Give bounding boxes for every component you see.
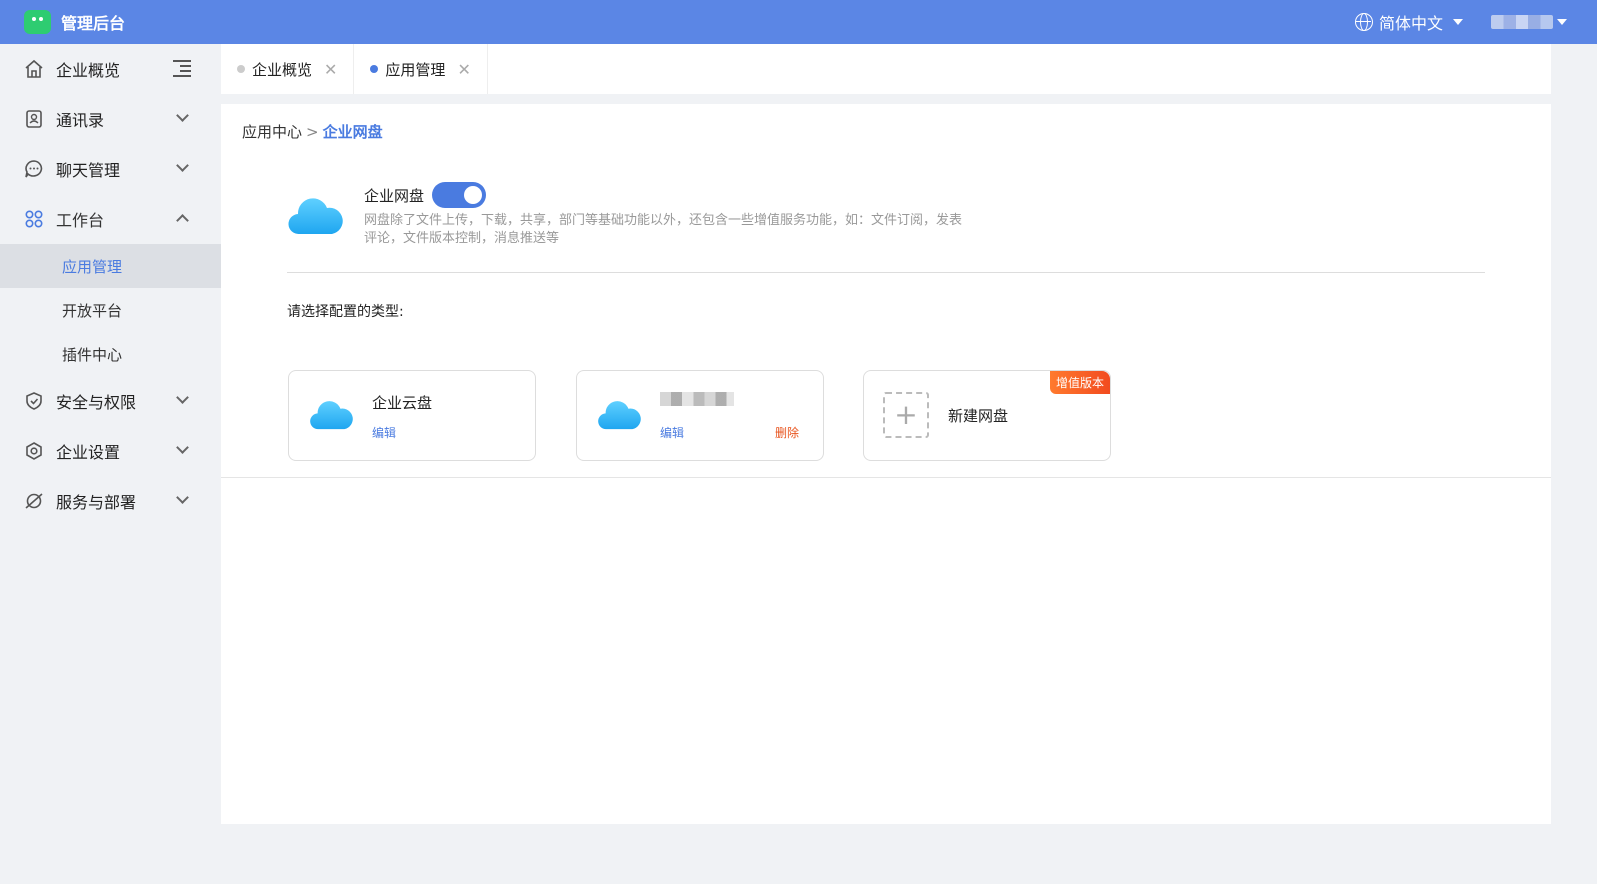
sidebar-item-chat[interactable]: 聊天管理 [0, 144, 221, 194]
cloud-icon [598, 401, 641, 430]
planet-icon [24, 491, 44, 511]
disk-card-custom[interactable]: 编辑 删除 [576, 370, 824, 461]
shield-icon [24, 391, 44, 411]
contacts-icon [24, 109, 44, 129]
top-header: 管理后台 简体中文 [0, 0, 1597, 44]
chevron-down-icon [176, 391, 189, 404]
chevron-down-icon [176, 109, 189, 122]
close-icon[interactable]: ✕ [324, 60, 337, 79]
settings-hexagon-icon [24, 441, 44, 461]
collapse-menu-icon[interactable] [173, 60, 191, 77]
chat-logo-icon [24, 10, 51, 34]
app-title: 企业网盘 [364, 186, 425, 205]
tab-label: 应用管理 [385, 60, 446, 79]
caret-down-icon [1453, 19, 1463, 25]
sidebar-item-enterprise-settings[interactable]: 企业设置 [0, 426, 221, 476]
sidebar-item-contacts[interactable]: 通讯录 [0, 94, 221, 144]
tab-label: 企业概览 [252, 60, 313, 79]
edit-link[interactable]: 编辑 [660, 424, 684, 441]
sidebar-item-label: 服务与部署 [56, 493, 137, 512]
card-title: 新建网盘 [948, 407, 1009, 425]
caret-down-icon [1557, 19, 1567, 25]
enable-toggle[interactable] [432, 182, 487, 208]
new-disk-card[interactable]: + 新建网盘 增值版本 [863, 370, 1111, 461]
breadcrumb-separator: > [306, 122, 319, 141]
logo[interactable]: 管理后台 [24, 10, 125, 34]
tab-app-management[interactable]: 应用管理 ✕ [354, 44, 488, 94]
breadcrumb: 应用中心 > 企业网盘 [242, 121, 383, 142]
sidebar-item-overview[interactable]: 企业概览 [0, 44, 221, 94]
cloud-icon [288, 198, 343, 235]
sidebar-item-label: 安全与权限 [56, 393, 137, 412]
main-content: 应用中心 > 企业网盘 企业网盘 网盘除了文件上传，下载，共享，部门等基础功能以… [221, 104, 1551, 824]
user-name-redacted [1491, 15, 1553, 29]
sidebar-item-workbench[interactable]: 工作台 [0, 194, 221, 244]
select-type-label: 请选择配置的类型: [287, 304, 404, 320]
plus-icon: + [883, 392, 929, 438]
disk-card-enterprise-cloud[interactable]: 企业云盘 编辑 [288, 370, 536, 461]
sidebar-item-label: 聊天管理 [56, 161, 121, 180]
app-header: 企业网盘 网盘除了文件上传，下载，共享，部门等基础功能以外，还包含一些增值服务功… [287, 182, 962, 246]
sidebar-subitem-plugin-center[interactable]: 插件中心 [0, 332, 221, 376]
section-divider [221, 477, 1551, 478]
user-menu[interactable] [1491, 15, 1567, 29]
tab-enterprise-overview[interactable]: 企业概览 ✕ [221, 44, 355, 94]
sidebar-item-label: 通讯录 [56, 111, 105, 130]
cloud-icon [310, 401, 353, 430]
breadcrumb-current: 企业网盘 [322, 123, 383, 141]
card-title-redacted [660, 392, 734, 406]
edit-link[interactable]: 编辑 [372, 424, 396, 441]
sidebar-item-services[interactable]: 服务与部署 [0, 476, 221, 526]
tab-status-dot [237, 65, 245, 73]
sidebar-subitem-open-platform[interactable]: 开放平台 [0, 288, 221, 332]
app-description: 网盘除了文件上传，下载，共享，部门等基础功能以外，还包含一些增值服务功能，如：文… [364, 213, 963, 246]
close-icon[interactable]: ✕ [457, 60, 470, 79]
globe-icon [1354, 13, 1373, 31]
tab-status-dot [370, 65, 379, 73]
chat-bubble-icon [24, 159, 44, 179]
breadcrumb-parent[interactable]: 应用中心 [242, 121, 302, 142]
sidebar-item-label: 企业概览 [56, 61, 121, 80]
delete-link[interactable]: 删除 [775, 424, 799, 441]
card-title: 企业云盘 [372, 394, 433, 412]
sidebar-item-label: 工作台 [56, 211, 105, 230]
apps-grid-icon [24, 209, 44, 229]
premium-badge: 增值版本 [1049, 371, 1110, 394]
tab-bar: 企业概览 ✕ 应用管理 ✕ [221, 44, 1551, 94]
language-selector[interactable]: 简体中文 [1354, 10, 1463, 34]
divider [287, 272, 1485, 273]
sidebar-item-label: 企业设置 [56, 443, 121, 462]
chevron-down-icon [176, 491, 189, 504]
chevron-down-icon [176, 159, 189, 172]
language-label: 简体中文 [1378, 14, 1443, 33]
app-title: 管理后台 [61, 14, 126, 33]
chevron-down-icon [176, 441, 189, 454]
sidebar-item-security[interactable]: 安全与权限 [0, 376, 221, 426]
chevron-up-icon [176, 214, 189, 227]
home-icon [24, 59, 44, 79]
sidebar-subitem-app-management[interactable]: 应用管理 [0, 244, 221, 288]
sidebar: 企业概览 通讯录 聊天管理 工作台 应用管理 开放平台 插件中心 安全与权限 企… [0, 44, 221, 884]
